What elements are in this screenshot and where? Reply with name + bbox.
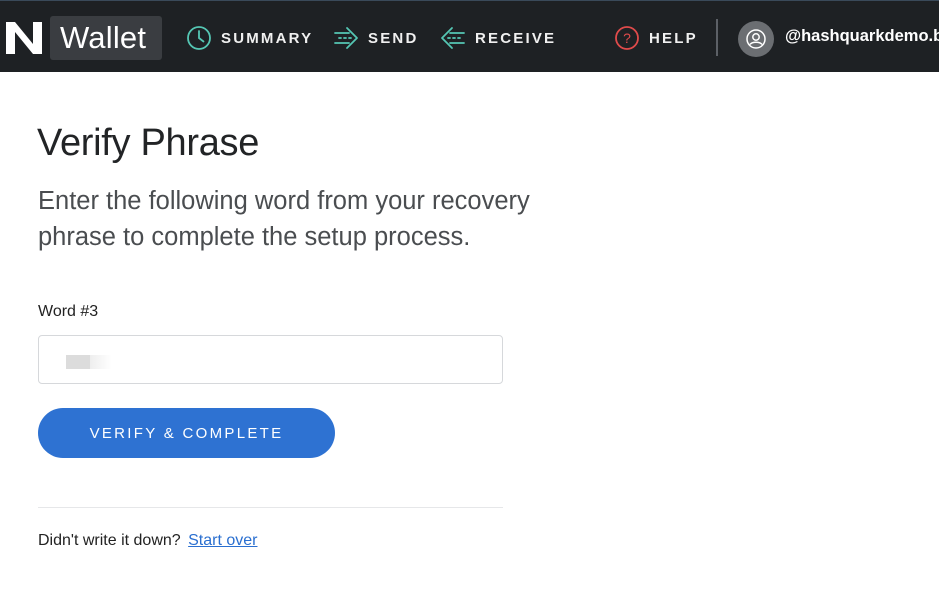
nav-divider	[716, 19, 718, 56]
word-field-label: Word #3	[38, 303, 99, 320]
nav-receive-label: RECEIVE	[475, 29, 557, 47]
user-avatar-icon	[746, 29, 766, 49]
divider-line	[38, 507, 503, 508]
recovery-word-input[interactable]	[38, 335, 503, 384]
page-subtitle: Enter the following word from your recov…	[38, 187, 530, 251]
masked-input-fade	[90, 355, 112, 369]
start-over-prompt: Didn't write it down? Start over	[38, 532, 257, 550]
nav-send[interactable]: SEND	[333, 23, 418, 53]
masked-input-value	[66, 355, 90, 369]
verify-complete-button[interactable]: VERIFY & COMPLETE	[38, 408, 335, 458]
nav-receive[interactable]: RECEIVE	[440, 23, 556, 53]
clock-icon	[187, 26, 211, 50]
brand-title[interactable]: Wallet	[60, 18, 146, 58]
nav-help[interactable]: ? HELP	[614, 23, 698, 53]
receive-arrow-icon	[441, 27, 465, 49]
svg-text:?: ?	[623, 30, 631, 46]
start-over-prompt-text: Didn't write it down?	[38, 532, 181, 549]
nav-help-label: HELP	[649, 29, 698, 47]
top-nav-bar: Wallet SUMMARY SEND RECEIVE ? HELP @hash…	[0, 0, 939, 72]
nem-logo-icon[interactable]	[2, 16, 46, 60]
avatar[interactable]	[738, 21, 774, 57]
start-over-link[interactable]: Start over	[188, 532, 257, 549]
nav-send-label: SEND	[368, 29, 419, 47]
nav-summary[interactable]: SUMMARY	[186, 23, 313, 53]
question-circle-icon: ?	[615, 26, 639, 50]
account-username[interactable]: @hashquarkdemo.bo	[785, 27, 939, 46]
send-arrow-icon	[334, 27, 358, 49]
page-title: Verify Phrase	[37, 122, 260, 164]
nav-summary-label: SUMMARY	[221, 29, 314, 47]
